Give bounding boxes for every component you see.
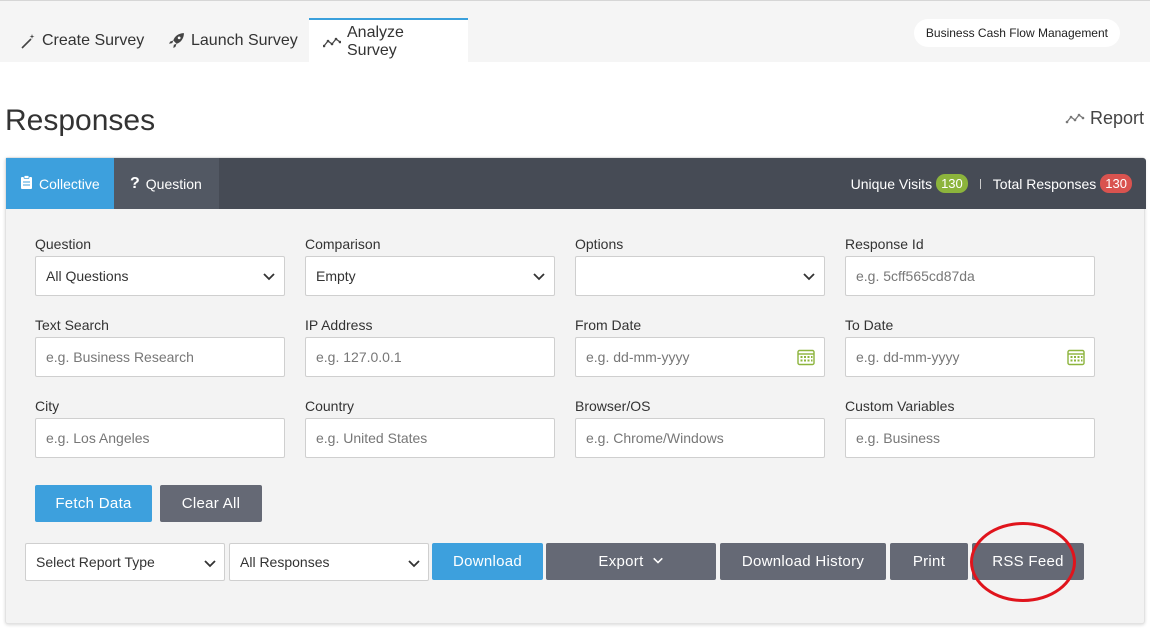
from-date-placeholder: e.g. dd-mm-yyyy (586, 349, 690, 365)
chevron-down-icon (652, 553, 664, 570)
report-link-label: Report (1089, 108, 1144, 128)
top-tab-bar: Create Survey Launch Survey Analyze Surv… (0, 0, 1150, 63)
chevron-down-icon (407, 556, 421, 573)
report-link[interactable]: Report (1065, 108, 1144, 129)
total-responses-label: Total Responses (992, 175, 1097, 192)
from-date-label: From Date (575, 317, 642, 333)
stats-divider (979, 178, 981, 189)
text-search-input[interactable]: e.g. Business Research (35, 337, 285, 377)
chevron-down-icon (262, 269, 276, 286)
city-field: City e.g. Los Angeles (35, 398, 285, 458)
line-chart-icon (1065, 108, 1085, 129)
comparison-select[interactable]: Empty (305, 256, 555, 296)
tab-label: Question (145, 175, 202, 192)
download-history-button[interactable]: Download History (720, 543, 886, 580)
country-field: Country e.g. United States (305, 398, 555, 458)
to-date-placeholder: e.g. dd-mm-yyyy (856, 349, 960, 365)
country-placeholder: e.g. United States (316, 430, 428, 446)
clipboard-icon (20, 174, 33, 193)
text-search-field: Text Search e.g. Business Research (35, 317, 285, 377)
browser-os-label: Browser/OS (575, 398, 651, 414)
custom-variables-input[interactable]: e.g. Business (845, 418, 1095, 458)
to-date-label: To Date (845, 317, 894, 333)
question-label: Question (35, 236, 92, 252)
browser-os-input[interactable]: e.g. Chrome/Windows (575, 418, 825, 458)
question-select-value: All Questions (46, 268, 129, 284)
to-date-field: To Date e.g. dd-mm-yyyy (845, 317, 1095, 377)
question-mark-icon: ? (130, 174, 140, 192)
download-button[interactable]: Download (432, 543, 543, 580)
report-type-select[interactable]: Select Report Type (25, 543, 225, 581)
comparison-field: Comparison Empty (305, 236, 555, 296)
options-label: Options (575, 236, 624, 252)
text-search-label: Text Search (35, 317, 109, 333)
to-date-input[interactable]: e.g. dd-mm-yyyy (845, 337, 1095, 377)
options-field: Options (575, 236, 825, 296)
unique-visits-label: Unique Visits (850, 175, 933, 192)
responses-filter-select[interactable]: All Responses (229, 543, 429, 581)
tab-label: Analyze Survey (347, 23, 404, 59)
question-field: Question All Questions (35, 236, 285, 296)
report-type-value: Select Report Type (36, 554, 155, 570)
ip-address-input[interactable]: e.g. 127.0.0.1 (305, 337, 555, 377)
clear-all-button[interactable]: Clear All (160, 485, 262, 522)
city-placeholder: e.g. Los Angeles (46, 430, 150, 446)
question-select[interactable]: All Questions (35, 256, 285, 296)
unique-visits-badge: 130 (936, 174, 968, 193)
print-button[interactable]: Print (890, 543, 968, 580)
survey-name-badge[interactable]: Business Cash Flow Management (913, 19, 1120, 47)
export-dropdown-button[interactable]: Export (546, 543, 716, 580)
tab-label: Collective (39, 175, 100, 192)
total-responses-badge: 130 (1100, 174, 1132, 193)
tab-launch-survey[interactable]: Launch Survey (158, 18, 308, 63)
magic-wand-icon (20, 33, 36, 49)
card-header: Collective ? Question Unique Visits 130 … (6, 158, 1146, 209)
rss-feed-button[interactable]: RSS Feed (972, 543, 1084, 580)
export-label: Export (598, 553, 644, 570)
custom-variables-field: Custom Variables e.g. Business (845, 398, 1095, 458)
comparison-label: Comparison (305, 236, 381, 252)
tab-question[interactable]: ? Question (114, 158, 219, 209)
chevron-down-icon (802, 269, 816, 286)
browser-os-field: Browser/OS e.g. Chrome/Windows (575, 398, 825, 458)
ip-address-label: IP Address (305, 317, 373, 333)
responses-filter-value: All Responses (240, 554, 330, 570)
tab-label: Launch Survey (191, 31, 298, 49)
browser-os-placeholder: e.g. Chrome/Windows (586, 430, 724, 446)
comparison-select-value: Empty (316, 268, 356, 284)
rocket-icon (168, 32, 185, 49)
response-id-placeholder: e.g. 5cff565cd87da (856, 268, 975, 284)
responses-card: Collective ? Question Unique Visits 130 … (5, 157, 1146, 624)
options-select[interactable] (575, 256, 825, 296)
text-search-placeholder: e.g. Business Research (46, 349, 194, 365)
ip-address-placeholder: e.g. 127.0.0.1 (316, 349, 402, 365)
city-label: City (35, 398, 60, 414)
response-stats: Unique Visits 130 Total Responses 130 (851, 158, 1132, 209)
country-label: Country (305, 398, 355, 414)
tab-label: Create Survey (42, 31, 145, 49)
custom-variables-label: Custom Variables (845, 398, 955, 414)
fetch-data-button[interactable]: Fetch Data (35, 485, 152, 522)
tab-create-survey[interactable]: Create Survey (10, 18, 154, 63)
ip-address-field: IP Address e.g. 127.0.0.1 (305, 317, 555, 377)
calendar-icon[interactable] (1067, 348, 1085, 369)
chevron-down-icon (532, 269, 546, 286)
tab-collective[interactable]: Collective (6, 158, 114, 209)
from-date-input[interactable]: e.g. dd-mm-yyyy (575, 337, 825, 377)
from-date-field: From Date e.g. dd-mm-yyyy (575, 317, 825, 377)
chevron-down-icon (203, 556, 217, 573)
line-chart-icon (323, 36, 341, 48)
response-id-field: Response Id e.g. 5cff565cd87da (845, 236, 1095, 296)
city-input[interactable]: e.g. Los Angeles (35, 418, 285, 458)
custom-variables-placeholder: e.g. Business (856, 430, 941, 446)
tab-analyze-survey[interactable]: Analyze Survey (309, 18, 468, 63)
page-title: Responses (5, 104, 156, 137)
calendar-icon[interactable] (797, 348, 815, 369)
response-id-label: Response Id (845, 236, 924, 252)
country-input[interactable]: e.g. United States (305, 418, 555, 458)
response-id-input[interactable]: e.g. 5cff565cd87da (845, 256, 1095, 296)
